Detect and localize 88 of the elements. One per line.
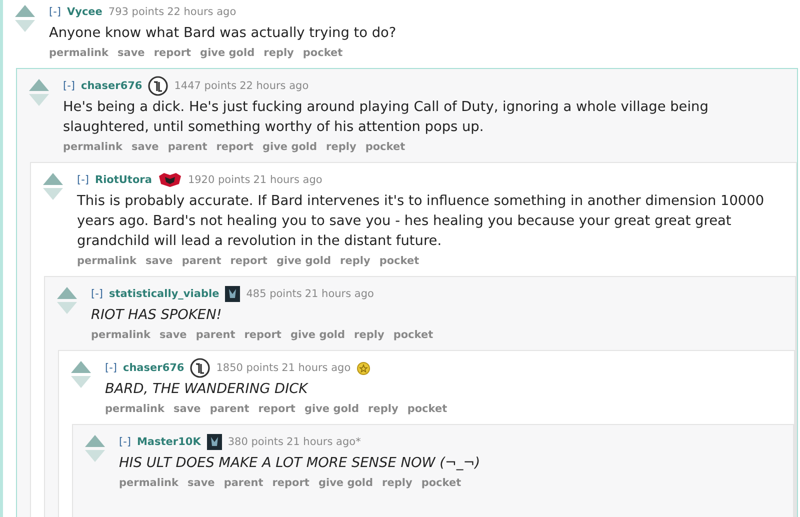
score-text: 485 points (246, 288, 302, 300)
action-link[interactable]: pocket (302, 47, 343, 59)
action-link[interactable]: reply (340, 255, 370, 267)
upvote-button[interactable] (43, 173, 63, 185)
action-link[interactable]: give gold (290, 329, 346, 341)
avatar-icon (206, 434, 222, 450)
upvote-button[interactable] (29, 79, 49, 91)
comment-text: This is probably accurate. If Bard intervenes it's to influence something in another dimension 10000 years ago. Bard's not healing you to save you - hes healing you because your great great great grandchild will lead a revolution in the distant future. (77, 192, 766, 251)
action-link[interactable]: report (154, 47, 192, 59)
action-link[interactable]: parent (196, 329, 236, 341)
collapse-link[interactable]: [-] (49, 6, 61, 18)
action-link[interactable]: save (160, 329, 187, 341)
comment-text: BARD, THE WANDERING DICK (105, 380, 310, 399)
timestamp: 21 hours ago (253, 174, 322, 186)
action-link[interactable]: permalink (119, 477, 178, 489)
upvote-button[interactable] (15, 5, 35, 17)
action-link[interactable]: report (258, 403, 296, 415)
timestamp: 21 hours ago (304, 288, 374, 300)
author-link[interactable]: Vycee (66, 6, 102, 18)
upvote-button[interactable] (85, 435, 105, 447)
action-link[interactable]: save (132, 141, 159, 153)
action-link[interactable]: reply (382, 477, 412, 489)
action-link[interactable]: parent (210, 403, 250, 415)
timestamp: 21 hours ago (282, 362, 351, 374)
action-link[interactable]: give gold (304, 403, 360, 415)
action-link[interactable]: report (272, 477, 310, 489)
action-link[interactable]: give gold (262, 141, 318, 153)
collapse-link[interactable]: [-] (77, 174, 89, 186)
author-link[interactable]: chaser676 (122, 362, 184, 374)
action-link[interactable]: give gold (276, 255, 332, 267)
score-text: 1850 points (216, 362, 279, 374)
emblem-icon (158, 172, 182, 188)
action-link[interactable]: permalink (63, 141, 122, 153)
collapse-link[interactable]: [-] (105, 362, 117, 374)
timestamp: 22 hours ago (240, 80, 309, 92)
action-link[interactable]: reply (368, 403, 398, 415)
downvote-button[interactable] (57, 302, 77, 314)
action-link[interactable]: parent (182, 255, 222, 267)
action-link[interactable]: report (230, 255, 268, 267)
action-link[interactable]: save (188, 477, 215, 489)
author-link[interactable]: statistically_viable (108, 288, 220, 300)
action-link[interactable]: give gold (200, 47, 255, 59)
score-text: 380 points (228, 436, 284, 448)
downvote-button[interactable] (15, 20, 35, 32)
ring-logo-icon (190, 358, 210, 378)
action-link[interactable]: give gold (318, 477, 374, 489)
author-link[interactable]: Master10K (136, 436, 201, 448)
collapse-link[interactable]: [-] (91, 288, 103, 300)
upvote-button[interactable] (57, 287, 77, 299)
action-link[interactable]: permalink (105, 403, 164, 415)
action-link[interactable]: save (174, 403, 201, 415)
downvote-button[interactable] (85, 450, 105, 462)
action-link[interactable]: pocket (393, 329, 434, 341)
action-link[interactable]: save (146, 255, 173, 267)
action-link[interactable]: reply (264, 47, 294, 59)
action-link[interactable]: parent (224, 477, 264, 489)
author-link[interactable]: RiotUtora (94, 174, 152, 186)
timestamp: 21 hours ago* (286, 436, 361, 448)
avatar-icon (225, 286, 240, 302)
comment-text: RIOT HAS SPOKEN! (91, 306, 223, 325)
downvote-button[interactable] (71, 376, 91, 388)
action-link[interactable]: pocket (407, 403, 448, 415)
downvote-button[interactable] (29, 94, 49, 106)
score-text: 1447 points (174, 80, 237, 92)
action-link[interactable]: report (216, 141, 254, 153)
action-link[interactable]: reply (354, 329, 384, 341)
comment-text: Anyone know what Bard was actually trying to do? (49, 24, 398, 43)
collapse-link[interactable]: [-] (119, 436, 131, 448)
action-link[interactable]: pocket (365, 141, 406, 153)
action-link[interactable]: permalink (91, 329, 150, 341)
comment-text: He's being a dick. He's just fucking around playing Call of Duty, ignoring a whole village being slaughtered, until something worthy of his attention pops up. (63, 98, 710, 137)
upvote-button[interactable] (71, 361, 91, 373)
action-link[interactable]: report (244, 329, 282, 341)
downvote-button[interactable] (43, 188, 63, 200)
action-link[interactable]: parent (168, 141, 208, 153)
action-link[interactable]: pocket (379, 255, 420, 267)
action-link[interactable]: save (118, 47, 145, 59)
comment-text: HIS ULT DOES MAKE A LOT MORE SENSE NOW (¬_¬) (119, 454, 482, 473)
author-link[interactable]: chaser676 (80, 80, 142, 92)
score-text: 793 points (108, 6, 164, 18)
ring-logo-icon (148, 76, 168, 96)
action-link[interactable]: permalink (77, 255, 136, 267)
timestamp: 22 hours ago (167, 6, 236, 18)
score-text: 1920 points (188, 174, 250, 186)
collapse-link[interactable]: [-] (63, 80, 75, 92)
action-link[interactable]: pocket (421, 477, 462, 489)
action-link[interactable]: permalink (49, 47, 108, 59)
action-link[interactable]: reply (326, 141, 356, 153)
